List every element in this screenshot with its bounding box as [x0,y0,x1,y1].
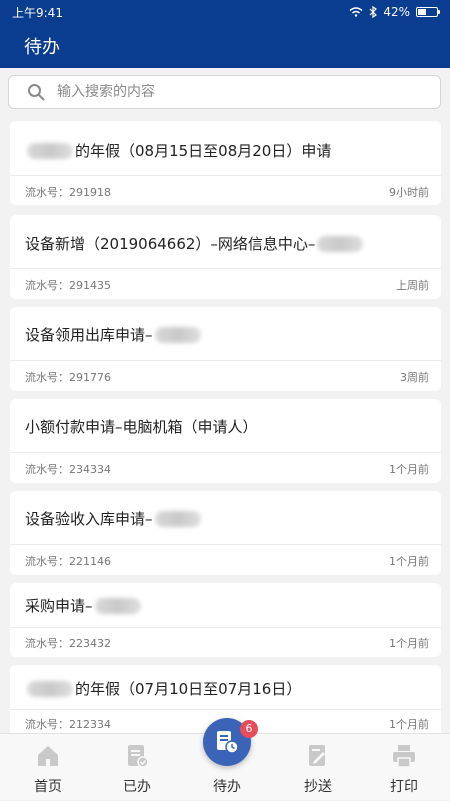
blurred-name [154,326,201,343]
todo-card[interactable]: 设备新增（2019064662）–网络信息中心– 流水号：291435 上周前 [10,215,441,299]
print-icon [393,745,415,768]
divider [10,360,441,361]
tab-label: 已办 [123,779,151,795]
status-icons: 42% [349,5,440,19]
todo-title: 设备领用出库申请– [25,324,203,345]
tab-label: 抄送 [304,779,332,795]
serial-number: 流水号：291435 [25,279,111,292]
bluetooth-icon [369,6,378,18]
blurred-name [94,597,141,614]
relative-time: 1个月前 [389,637,429,650]
search-bar[interactable] [8,75,441,109]
divider [10,268,441,269]
notification-badge: 6 [240,720,258,738]
todo-card[interactable]: 的年假（08月15日至08月20日）申请 流水号：291918 9小时前 [10,121,441,205]
todo-title: 采购申请– [25,595,143,616]
todo-card[interactable]: 设备验收入库申请– 流水号：221146 1个月前 [10,491,441,575]
tab-cc[interactable]: 抄送 [273,734,363,801]
todo-title: 设备新增（2019064662）–网络信息中心– [25,233,365,254]
serial-number: 流水号：212334 [25,718,111,731]
tab-home[interactable]: 首页 [3,734,93,801]
page-title: 待办 [24,37,60,58]
tab-label: 打印 [390,779,418,795]
todo-title: 设备验收入库申请– [25,508,203,529]
tab-done[interactable]: 已办 [92,734,182,801]
status-time: 上午9:41 [12,5,63,20]
blurred-name [154,510,201,527]
divider [10,627,441,628]
serial-number: 流水号：221146 [25,555,111,568]
todo-card[interactable]: 小额付款申请–电脑机箱（申请人） 流水号：234334 1个月前 [10,399,441,483]
blurred-name [27,680,73,697]
todo-card[interactable]: 采购申请– 流水号：223432 1个月前 [10,583,441,657]
nav-bar: 待办 [0,24,450,68]
divider [10,544,441,545]
tab-label: 首页 [34,779,62,795]
search-input[interactable] [55,83,419,101]
home-icon [38,746,58,766]
blurred-name [317,235,364,252]
cc-icon [309,745,325,766]
battery-percent: 42% [383,5,410,19]
divider [10,709,441,710]
wifi-icon [349,7,363,17]
todo-icon [217,731,239,754]
blurred-name [27,142,73,159]
relative-time: 1个月前 [389,718,429,731]
serial-number: 流水号：291918 [25,186,111,199]
relative-time: 1个月前 [389,463,429,476]
divider [10,175,441,176]
serial-number: 流水号：291776 [25,371,111,384]
relative-time: 9小时前 [389,186,429,199]
serial-number: 流水号：234334 [25,463,111,476]
todo-card[interactable]: 设备领用出库申请– 流水号：291776 3周前 [10,307,441,391]
search-icon [28,84,45,101]
todo-title: 小额付款申请–电脑机箱（申请人） [25,418,258,436]
tab-print[interactable]: 打印 [359,734,449,801]
status-bar: 上午9:41 42% [0,0,450,24]
relative-time: 3周前 [400,371,429,384]
todo-title: 的年假（08月15日至08月20日）申请 [25,140,331,161]
serial-number: 流水号：223432 [25,637,111,650]
tab-label: 待办 [213,779,241,795]
relative-time: 1个月前 [389,555,429,568]
battery-icon [416,7,440,17]
divider [10,452,441,453]
done-icon [128,745,149,768]
todo-title: 的年假（07月10日至07月16日） [25,678,301,699]
relative-time: 上周前 [396,279,429,292]
